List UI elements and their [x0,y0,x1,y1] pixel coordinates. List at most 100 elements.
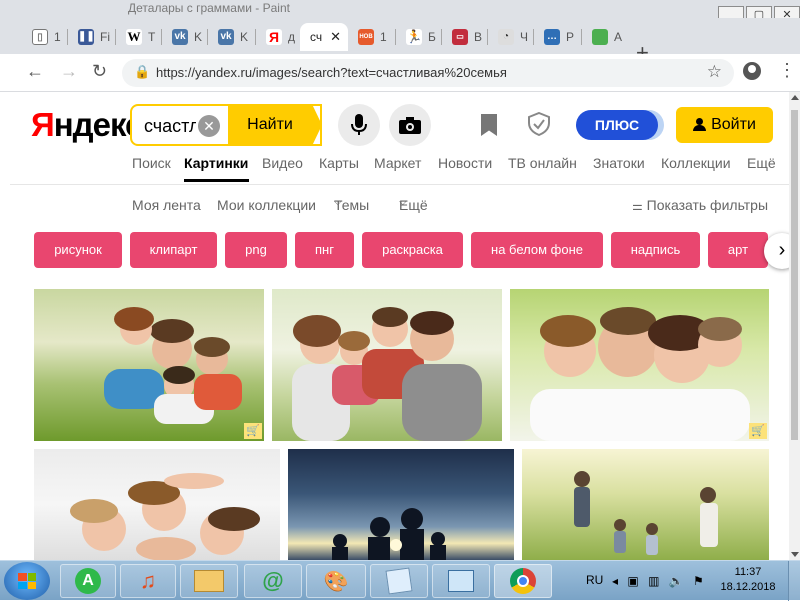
tag-chip[interactable]: на белом фоне [471,232,603,268]
login-button[interactable]: Войти [676,107,773,143]
service-market[interactable]: Маркет [374,155,421,171]
taskbar-mail[interactable]: @ [244,564,302,598]
tag-chip[interactable]: надпись [611,232,700,268]
service-more[interactable]: Ещё [747,155,776,171]
shield-icon[interactable] [528,111,550,141]
vk-icon: vk [172,29,188,45]
service-video[interactable]: Видео [262,155,303,171]
tag-chip[interactable]: png [225,232,287,268]
address-bar[interactable]: 🔒 https://yandex.ru/images/search?text=с… [122,59,734,87]
image-search-button[interactable] [389,104,431,146]
show-filters-button[interactable]: ⚌ Показать фильтры [632,197,768,213]
taskbar-music[interactable]: ♫ [120,564,176,598]
taskbar-paint[interactable]: 🎨 [306,564,366,598]
user-icon [693,118,707,131]
yandex-logo[interactable]: Яндекс [31,106,143,144]
tag-chip[interactable]: раскраска [362,232,463,268]
taskbar-notepad[interactable] [370,564,428,598]
tab-12[interactable]: … Р [534,23,582,51]
tab-4[interactable]: vk K [162,23,208,51]
plus-badge[interactable]: ПЛЮС [576,110,658,140]
tab-label: K [194,30,203,44]
forward-arrow-icon[interactable]: → [60,61,78,82]
bookmark-star-icon[interactable]: ☆ [707,62,722,82]
show-desktop-button[interactable] [788,561,800,601]
yandex-icon: Я [266,29,282,45]
green-a-app-icon: A [75,568,101,594]
service-news[interactable]: Новости [438,155,492,171]
service-tv[interactable]: ТВ онлайн [508,155,577,171]
image-result[interactable] [272,289,502,441]
tab-5[interactable]: vk K [208,23,256,51]
tab-11[interactable]: ◔ Ч [488,23,534,51]
shopping-cart-icon[interactable]: 🛒 [749,423,767,439]
service-images[interactable]: Картинки [184,155,248,171]
account-avatar-icon[interactable] [743,62,761,80]
my-feed-link[interactable]: Моя лента [132,197,201,213]
tag-chip[interactable]: рисунок [34,232,122,268]
scroll-down-icon[interactable] [791,552,799,557]
start-button[interactable] [4,562,50,600]
device-icon[interactable]: ▣ [627,574,638,588]
service-search[interactable]: Поиск [132,155,171,171]
tab-9[interactable]: 🏃 Б [396,23,442,51]
taskbar-chrome[interactable] [494,564,552,598]
tab-active[interactable]: сч ✕ [300,23,348,51]
reload-icon[interactable]: ↻ [92,61,107,82]
service-maps[interactable]: Карты [319,155,359,171]
bookmarks-icon[interactable] [481,114,497,136]
control-panel-icon [448,570,474,592]
shopping-cart-icon[interactable]: 🛒 [244,423,262,439]
family-silhouette-photo [332,508,446,560]
page-scrollbar[interactable] [789,92,800,560]
service-experts[interactable]: Знатоки [593,155,645,171]
search-query-text[interactable]: счастл [144,116,196,137]
tab-3[interactable]: W T [116,23,162,51]
tag-chip[interactable]: пнг [295,232,354,268]
tab-1[interactable]: ▯ 1 [22,23,68,51]
browser-menu-icon[interactable]: ⋮ [778,60,796,81]
back-arrow-icon[interactable]: ← [26,61,44,82]
image-result[interactable]: 🛒 [34,289,264,441]
tab-6[interactable]: Я д [256,23,300,51]
show-hidden-icons[interactable]: ◂ [612,574,618,588]
flag-icon[interactable]: ⚑ [693,574,704,588]
taskbar-explorer[interactable] [180,564,238,598]
service-collections[interactable]: Коллекции [661,155,731,171]
network-icon[interactable]: ▥ [648,574,659,588]
microphone-icon [351,114,367,135]
wikipedia-icon: W [126,29,142,45]
image-result[interactable] [34,449,280,560]
tab-2[interactable]: ❚❚ Fi [68,23,116,51]
find-button[interactable]: Найти [228,104,312,146]
tab-10[interactable]: ▭ В [442,23,488,51]
lock-icon: 🔒 [134,64,151,79]
taskbar-control-panel[interactable] [432,564,490,598]
tab-13[interactable]: А [582,23,628,51]
volume-icon[interactable]: 🔈 [669,574,684,588]
tab-label: 1 [380,30,387,44]
palette-icon: 🎨 [323,570,349,593]
find-button-arrow [312,104,322,146]
voice-search-button[interactable] [338,104,380,146]
scroll-up-icon[interactable] [791,95,799,100]
tab-label: T [148,30,156,44]
scrollbar-thumb[interactable] [791,110,798,440]
image-result[interactable]: 🛒 [510,289,769,441]
image-result[interactable] [288,449,514,560]
my-collections-link[interactable]: Мои коллекции [217,197,316,213]
clear-search-icon[interactable]: ✕ [198,115,220,137]
tab-label: 1 [54,30,61,44]
chevron-down-icon: ⌵ [399,197,407,208]
image-result[interactable] [522,449,769,560]
tag-chip[interactable]: арт [708,232,768,268]
tag-chip[interactable]: клипарт [130,232,217,268]
language-indicator[interactable]: RU [586,573,603,587]
tab-8[interactable]: НОВ 1 [348,23,396,51]
chevron-right-icon: › [778,239,786,261]
system-clock[interactable]: 11:37 18.12.2018 [718,565,778,595]
chevron-down-icon: ⌵ [334,197,342,208]
close-tab-icon[interactable]: ✕ [330,29,341,45]
taskbar-app-a[interactable]: A [60,564,116,598]
url-text[interactable]: https://yandex.ru/images/search?text=сча… [156,65,507,80]
